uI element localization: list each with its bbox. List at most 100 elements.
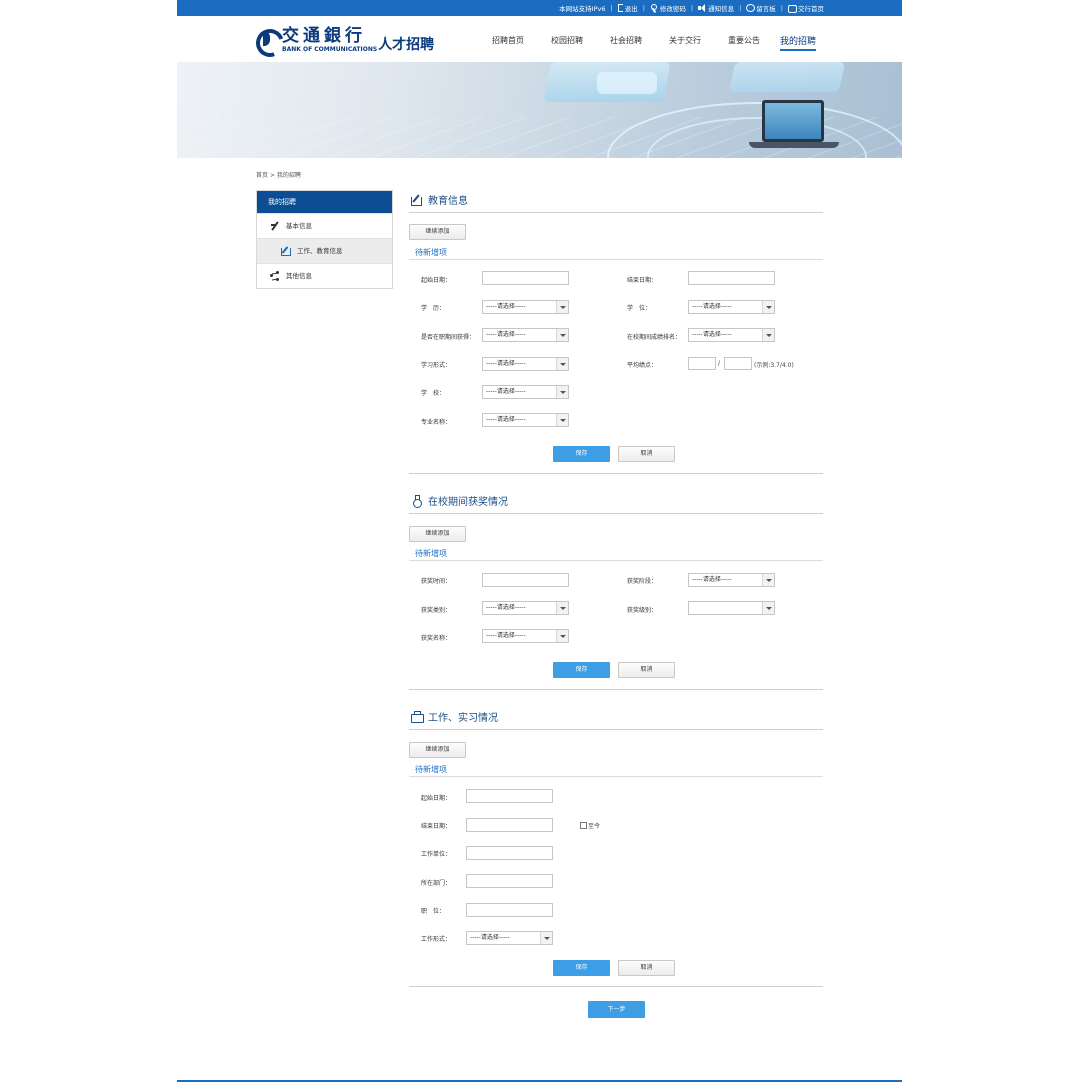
logo-english-name: BANK OF COMMUNICATIONS: [282, 45, 378, 53]
chevron-down-icon: [762, 602, 774, 614]
edu-major-label: 专业名称：: [421, 419, 452, 426]
work-form-select[interactable]: -----请选择-----: [466, 931, 553, 945]
work-cancel-button[interactable]: 取消: [618, 960, 675, 976]
award-time-input[interactable]: [482, 573, 569, 587]
next-step-button[interactable]: 下一步: [588, 1001, 645, 1018]
edit-icon: [411, 194, 422, 206]
edu-save-button[interactable]: 保存: [553, 446, 610, 462]
bank-logo-icon: [788, 4, 797, 13]
sidebar-item-label: 工作、教育信息: [297, 246, 343, 255]
edu-school-select[interactable]: -----请选择-----: [482, 385, 569, 399]
bank-logo-icon: [255, 28, 279, 52]
message-board-label: 留言板: [756, 5, 776, 13]
work-title: 工作、实习情况: [409, 703, 823, 730]
chevron-down-icon: [556, 358, 568, 370]
awards-cancel-button[interactable]: 取消: [618, 662, 675, 678]
nav-campus[interactable]: 校园招聘: [551, 35, 610, 51]
utility-links: 本网站支持IPv6 | 退出 | 修改密码 | 通知信息 | 留言板 | 交行首…: [559, 3, 824, 13]
edu-gpa-max-input[interactable]: [724, 357, 752, 370]
edu-degree-select[interactable]: -----请选择-----: [688, 300, 775, 314]
select-value: -----请选择-----: [486, 303, 526, 310]
edit-icon: [281, 246, 291, 256]
nav-about[interactable]: 关于交行: [669, 35, 728, 51]
until-now-checkbox[interactable]: [580, 822, 587, 829]
sidebar-item-other-info[interactable]: 其他信息: [257, 263, 392, 288]
divider: |: [690, 4, 694, 12]
position-input[interactable]: [466, 903, 553, 917]
logout-link[interactable]: 退出: [617, 3, 638, 13]
select-value: -----请选择-----: [692, 331, 732, 338]
bank-home-link[interactable]: 交行首页: [788, 3, 824, 13]
nav-my-recruitment[interactable]: 我的招聘: [780, 34, 817, 51]
message-board-link[interactable]: 留言板: [746, 3, 776, 13]
divider: |: [780, 4, 783, 12]
department-input[interactable]: [466, 874, 553, 888]
breadcrumb[interactable]: 首页 > 我的招聘: [256, 170, 301, 179]
work-form-label: 工作形式：: [421, 936, 452, 943]
work-start-date-input[interactable]: [466, 789, 553, 803]
edu-study-form-select[interactable]: -----请选择-----: [482, 357, 569, 371]
nav-social[interactable]: 社会招聘: [610, 35, 669, 51]
work-save-button[interactable]: 保存: [553, 960, 610, 976]
notices-link[interactable]: 通知信息: [698, 3, 734, 13]
award-stage-label: 获奖阶段：: [627, 578, 658, 585]
award-name-label: 获奖名称：: [421, 635, 452, 642]
chevron-down-icon: [556, 329, 568, 341]
chevron-down-icon: [556, 414, 568, 426]
banner-screen: [728, 62, 846, 92]
bank-home-label: 交行首页: [798, 5, 824, 13]
edu-cancel-button[interactable]: 取消: [618, 446, 675, 462]
site-logo[interactable]: 交通銀行 BANK OF COMMUNICATIONS 人才招聘: [255, 25, 434, 55]
award-time-label: 获奖时间：: [421, 578, 452, 585]
edu-rank-select[interactable]: -----请选择-----: [688, 328, 775, 342]
sidebar-item-basic-info[interactable]: 基本信息: [257, 213, 392, 238]
edu-school-label: 学 校：: [421, 390, 446, 397]
work-pending-label: 待新增项: [415, 765, 447, 774]
section-title-text: 在校期间获奖情况: [428, 496, 508, 508]
logo-recruitment: 人才招聘: [378, 37, 435, 53]
gpa-separator: /: [718, 360, 721, 367]
nav-announcements[interactable]: 重要公告: [728, 35, 780, 51]
edu-start-date-label: 起始日期：: [421, 277, 452, 284]
edu-onjob-select[interactable]: -----请选择-----: [482, 328, 569, 342]
divider: |: [739, 4, 742, 12]
award-type-label: 获奖类别：: [421, 607, 452, 614]
award-type-select[interactable]: -----请选择-----: [482, 601, 569, 615]
award-stage-select[interactable]: -----请选择-----: [688, 573, 775, 587]
edu-rank-label: 在校期间成绩排名：: [627, 334, 682, 341]
award-name-select[interactable]: -----请选择-----: [482, 629, 569, 643]
education-title: 教育信息: [409, 186, 823, 213]
select-value: -----请选择-----: [486, 416, 526, 423]
divider: [409, 560, 823, 561]
edu-gpa-label: 平均绩点：: [627, 362, 658, 369]
wrench-icon: [650, 4, 658, 12]
divider: [409, 986, 823, 987]
edu-start-date-input[interactable]: [482, 271, 569, 285]
position-label: 职 位：: [421, 908, 446, 915]
edu-pending-label: 待新增项: [415, 248, 447, 257]
edu-add-button[interactable]: 继续添加: [409, 224, 466, 240]
edu-education-select[interactable]: -----请选择-----: [482, 300, 569, 314]
awards-save-button[interactable]: 保存: [553, 662, 610, 678]
select-value: -----请选择-----: [486, 604, 526, 611]
work-add-button[interactable]: 继续添加: [409, 742, 466, 758]
work-end-date-label: 结束日期：: [421, 823, 452, 830]
chevron-down-icon: [762, 574, 774, 586]
employer-input[interactable]: [466, 846, 553, 860]
section-title-text: 教育信息: [428, 195, 468, 207]
edu-major-select[interactable]: -----请选择-----: [482, 413, 569, 427]
awards-add-button[interactable]: 继续添加: [409, 526, 466, 542]
award-level-select[interactable]: [688, 601, 775, 615]
select-value: -----请选择-----: [692, 576, 732, 583]
edu-end-date-input[interactable]: [688, 271, 775, 285]
nav-recruit-home[interactable]: 招聘首页: [492, 35, 551, 51]
chevron-down-icon: [540, 932, 552, 944]
share-icon: [270, 271, 280, 281]
chevron-down-icon: [556, 602, 568, 614]
edu-gpa-input[interactable]: [688, 357, 716, 370]
laptop-base: [749, 142, 839, 148]
divider: [409, 689, 823, 690]
work-end-date-input[interactable]: [466, 818, 553, 832]
change-password-link[interactable]: 修改密码: [650, 3, 686, 13]
sidebar-item-work-education[interactable]: 工作、教育信息: [257, 238, 392, 263]
